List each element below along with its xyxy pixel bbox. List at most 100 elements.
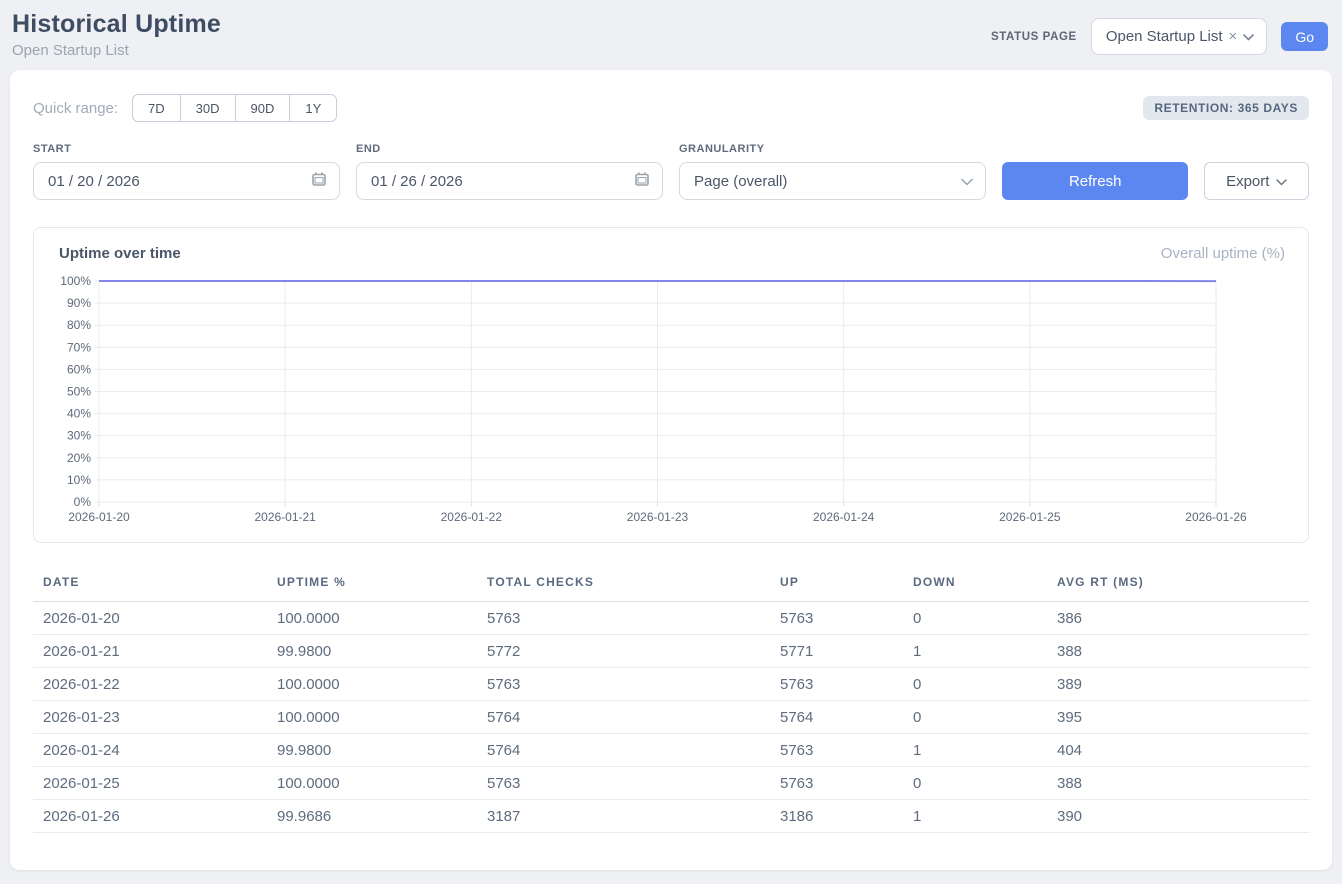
svg-text:100%: 100% (60, 274, 91, 288)
table-row: 2026-01-2499.9800576457631404 (33, 734, 1309, 767)
quick-range-group: Quick range: 7D30D90D1Y (33, 94, 337, 122)
column-header: TOTAL CHECKS (487, 567, 780, 602)
chart-legend: Overall uptime (%) (1161, 245, 1285, 262)
svg-text:2026-01-26: 2026-01-26 (1185, 510, 1247, 524)
column-header: UPTIME % (277, 567, 487, 602)
table-body: 2026-01-20100.00005763576303862026-01-21… (33, 602, 1309, 833)
uptime-chart-card: Uptime over time Overall uptime (%) 0%10… (33, 227, 1309, 543)
table-cell: 1 (913, 635, 1057, 668)
svg-text:30%: 30% (67, 429, 91, 443)
clear-selection-icon[interactable]: × (1229, 28, 1238, 45)
status-page-label: STATUS PAGE (991, 31, 1077, 43)
svg-text:70%: 70% (67, 340, 91, 354)
quick-range-90d[interactable]: 90D (235, 94, 291, 122)
export-button[interactable]: Export (1204, 162, 1309, 200)
chevron-down-icon (1276, 173, 1287, 190)
calendar-icon[interactable] (634, 171, 650, 191)
table-cell: 395 (1057, 701, 1309, 734)
table-cell: 5763 (780, 767, 913, 800)
table-cell: 2026-01-23 (33, 701, 277, 734)
table-cell: 100.0000 (277, 767, 487, 800)
status-page-select[interactable]: Open Startup List × (1091, 18, 1268, 55)
svg-text:2026-01-20: 2026-01-20 (68, 510, 130, 524)
table-cell: 99.9800 (277, 734, 487, 767)
table-cell: 2026-01-21 (33, 635, 277, 668)
column-header: DATE (33, 567, 277, 602)
table-cell: 5763 (780, 734, 913, 767)
quick-range-7d[interactable]: 7D (132, 94, 181, 122)
retention-badge: RETENTION: 365 DAYS (1143, 96, 1309, 120)
table-cell: 3186 (780, 800, 913, 833)
chart-title: Uptime over time (59, 245, 181, 262)
header-right: STATUS PAGE Open Startup List × Go (991, 18, 1328, 55)
granularity-select[interactable]: Page (overall) (679, 162, 986, 200)
start-date-input[interactable]: 01 / 20 / 2026 (33, 162, 340, 200)
table-cell: 5771 (780, 635, 913, 668)
table-cell: 404 (1057, 734, 1309, 767)
table-cell: 5764 (780, 701, 913, 734)
table-row: 2026-01-2699.9686318731861390 (33, 800, 1309, 833)
table-cell: 2026-01-24 (33, 734, 277, 767)
table-header-row: DATEUPTIME %TOTAL CHECKSUPDOWNAVG RT (MS… (33, 567, 1309, 602)
go-button[interactable]: Go (1281, 22, 1328, 51)
table-cell: 100.0000 (277, 701, 487, 734)
table-cell: 1 (913, 800, 1057, 833)
title-block: Historical Uptime Open Startup List (12, 10, 221, 59)
table-cell: 5763 (487, 767, 780, 800)
table-cell: 100.0000 (277, 602, 487, 635)
quick-range-label: Quick range: (33, 100, 118, 117)
table-cell: 3187 (487, 800, 780, 833)
table-cell: 0 (913, 668, 1057, 701)
page-title: Historical Uptime (12, 10, 221, 39)
granularity-field: GRANULARITY Page (overall) (679, 143, 986, 200)
end-date-field: END 01 / 26 / 2026 (356, 143, 663, 200)
svg-text:50%: 50% (67, 385, 91, 399)
table-cell: 389 (1057, 668, 1309, 701)
end-date-input[interactable]: 01 / 26 / 2026 (356, 162, 663, 200)
column-header: UP (780, 567, 913, 602)
calendar-icon[interactable] (311, 171, 327, 191)
status-page-selected-value: Open Startup List (1106, 28, 1223, 45)
svg-text:90%: 90% (67, 296, 91, 310)
chevron-down-icon (1243, 28, 1254, 46)
svg-text:2026-01-21: 2026-01-21 (254, 510, 316, 524)
table-cell: 5763 (487, 602, 780, 635)
chart-header: Uptime over time Overall uptime (%) (50, 245, 1293, 262)
table-cell: 5772 (487, 635, 780, 668)
table-row: 2026-01-20100.0000576357630386 (33, 602, 1309, 635)
start-date-label: START (33, 143, 340, 155)
svg-text:2026-01-23: 2026-01-23 (627, 510, 689, 524)
svg-text:2026-01-22: 2026-01-22 (441, 510, 503, 524)
chevron-down-icon (961, 173, 973, 190)
filter-form-row: START 01 / 20 / 2026 END 01 / 26 / 2026 … (33, 143, 1309, 200)
table-cell: 0 (913, 767, 1057, 800)
table-cell: 99.9686 (277, 800, 487, 833)
svg-text:2026-01-24: 2026-01-24 (813, 510, 875, 524)
quick-range-buttons: 7D30D90D1Y (132, 94, 337, 122)
svg-text:20%: 20% (67, 451, 91, 465)
table-cell: 5764 (487, 734, 780, 767)
table-cell: 2026-01-26 (33, 800, 277, 833)
svg-text:80%: 80% (67, 318, 91, 332)
export-button-label: Export (1226, 173, 1269, 190)
svg-text:10%: 10% (67, 473, 91, 487)
refresh-button[interactable]: Refresh (1002, 162, 1188, 200)
table-row: 2026-01-25100.0000576357630388 (33, 767, 1309, 800)
end-date-value: 01 / 26 / 2026 (371, 173, 463, 190)
quick-range-30d[interactable]: 30D (180, 94, 236, 122)
quick-range-1y[interactable]: 1Y (289, 94, 337, 122)
column-header: AVG RT (MS) (1057, 567, 1309, 602)
table-cell: 2026-01-25 (33, 767, 277, 800)
start-date-value: 01 / 20 / 2026 (48, 173, 140, 190)
main-card: Quick range: 7D30D90D1Y RETENTION: 365 D… (10, 70, 1332, 870)
page-subtitle: Open Startup List (12, 42, 221, 59)
table-cell: 5763 (487, 668, 780, 701)
table-cell: 99.9800 (277, 635, 487, 668)
uptime-table: DATEUPTIME %TOTAL CHECKSUPDOWNAVG RT (MS… (33, 567, 1309, 833)
table-cell: 386 (1057, 602, 1309, 635)
table-cell: 1 (913, 734, 1057, 767)
quick-range-row: Quick range: 7D30D90D1Y RETENTION: 365 D… (33, 94, 1309, 122)
end-date-label: END (356, 143, 663, 155)
table-row: 2026-01-23100.0000576457640395 (33, 701, 1309, 734)
table-cell: 2026-01-20 (33, 602, 277, 635)
